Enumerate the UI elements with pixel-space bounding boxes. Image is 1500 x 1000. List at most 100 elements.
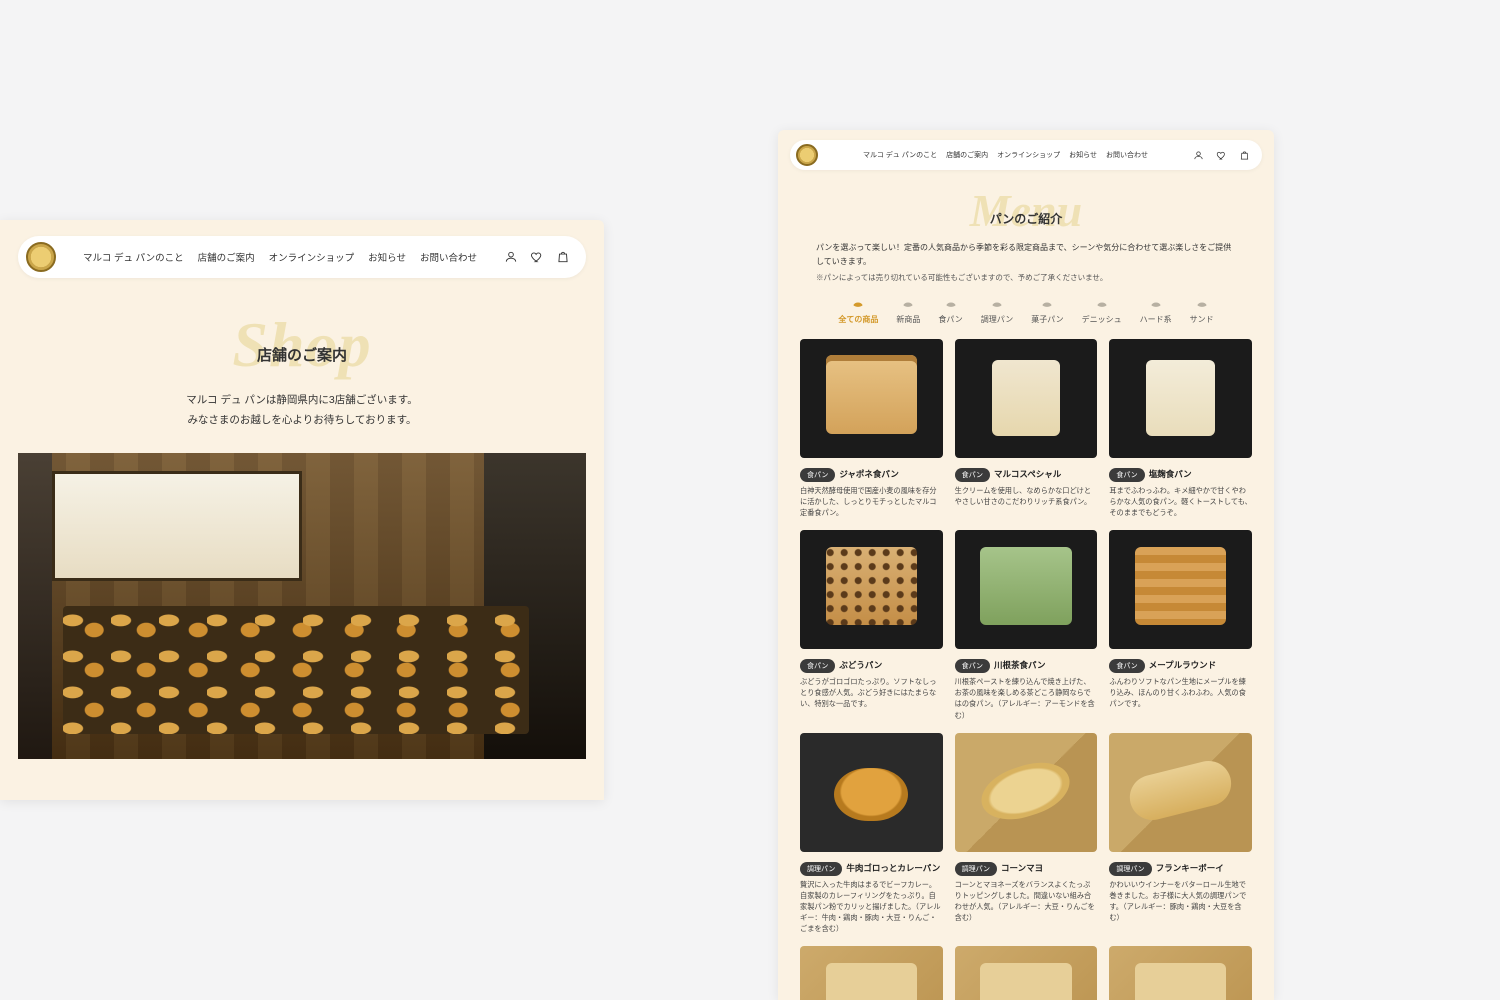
product-card[interactable]: 食パンぶどうパンぶどうがゴロゴロたっぷり。ソフトなしっとり食感が人気。ぶどう好き… [800, 530, 943, 721]
shop-intro: マルコ デュ パンは静岡県内に3店舗ございます。 みなさまのお越しを心よりお待ち… [0, 391, 604, 431]
primary-nav: マルコ デュ パンのこと 店舗のご案内 オンラインショップ お知らせ お問い合わ… [83, 250, 477, 264]
product-meta: 調理パンフランキーボーイかわいいウインナーをバターロール生地で巻きました。お子様… [1109, 858, 1252, 924]
nav-online[interactable]: オンラインショップ [269, 250, 355, 264]
tab-1[interactable]: 新商品 [896, 297, 920, 325]
product-thumb [1109, 530, 1252, 649]
category-tabs: 全ての商品新商品食パン調理パン菓子パンデニッシュハード系サンド [778, 297, 1274, 325]
product-card[interactable]: 食パン川根茶食パン川根茶ペーストを練り込んで焼き上げた、お茶の風味を楽しめる茶ど… [955, 530, 1098, 721]
product-grid: 食パンジャポネ食パン白神天然酵母使用で国産小麦の風味を存分に活かした、しっとりモ… [800, 339, 1252, 1000]
product-card[interactable] [955, 946, 1098, 1000]
product-card[interactable]: 食パンメープルラウンドふんわりソフトなパン生地にメープルを練り込み、ほんのり甘く… [1109, 530, 1252, 721]
menu-hero: Menu パンのご紹介 [778, 190, 1274, 227]
product-desc: ぶどうがゴロゴロたっぷり。ソフトなしっとり食感が人気。ぶどう好きにはたまらない、… [800, 676, 943, 709]
category-pill: 食パン [1109, 659, 1144, 673]
logo-icon[interactable] [796, 144, 818, 166]
menu-page: マルコ デュ パンのこと 店舗のご案内 オンラインショップ お知らせ お問い合わ… [778, 130, 1274, 1000]
category-pill: 食パン [1109, 468, 1144, 482]
nav-online[interactable]: オンラインショップ [997, 150, 1060, 160]
product-name: 牛肉ゴロっとカレーパン [846, 863, 940, 873]
nav-news[interactable]: お知らせ [368, 250, 406, 264]
primary-nav: マルコ デュ パンのこと 店舗のご案内 オンラインショップ お知らせ お問い合わ… [863, 150, 1148, 160]
product-name: メープルラウンド [1149, 660, 1217, 670]
tab-4[interactable]: 菓子パン [1031, 297, 1063, 325]
heart-icon[interactable] [1216, 150, 1227, 161]
price-board-label: 揚 物 [437, 664, 455, 675]
tab-2[interactable]: 食パン [938, 297, 962, 325]
product-thumb [955, 339, 1098, 458]
product-card[interactable]: 調理パン牛肉ゴロっとカレーパン贅沢に入った牛肉はまるでビーフカレー。自家製のカレ… [800, 733, 943, 935]
product-card[interactable] [1109, 946, 1252, 1000]
product-card[interactable] [800, 946, 943, 1000]
heart-icon[interactable] [530, 250, 544, 264]
product-name: フランキーボーイ [1156, 863, 1224, 873]
product-meta: 食パンメープルラウンドふんわりソフトなパン生地にメープルを練り込み、ほんのり甘く… [1109, 655, 1252, 709]
category-pill: 食パン [955, 468, 990, 482]
category-pill: 調理パン [1109, 862, 1151, 876]
product-card[interactable]: 食パンジャポネ食パン白神天然酵母使用で国産小麦の風味を存分に活かした、しっとりモ… [800, 339, 943, 518]
product-name: 川根茶食パン [994, 660, 1045, 670]
category-pill: 食パン [800, 468, 835, 482]
product-desc: かわいいウインナーをバターロール生地で巻きました。お子様に大人気の調理パンです。… [1109, 879, 1252, 924]
category-pill: 調理パン [955, 862, 997, 876]
price-board-price: ¥200 [431, 677, 462, 693]
nav-about[interactable]: マルコ デュ パンのこと [863, 150, 937, 160]
nav-news[interactable]: お知らせ [1069, 150, 1097, 160]
shop-interior-photo: 揚 物 ¥200 [18, 453, 586, 759]
product-thumb [800, 946, 943, 1000]
nav-shops[interactable]: 店舗のご案内 [946, 150, 988, 160]
product-thumb [955, 946, 1098, 1000]
product-meta: 食パンマルコスペシャル生クリームを使用し、なめらかな口どけとやさしい甘さのこだわ… [955, 464, 1098, 507]
product-name: マルコスペシャル [994, 469, 1061, 479]
category-pill: 調理パン [800, 862, 842, 876]
page-title: パンのご紹介 [778, 190, 1274, 227]
product-name: ジャポネ食パン [839, 469, 899, 479]
product-name: ぶどうパン [839, 660, 882, 670]
header-icons [1193, 150, 1250, 161]
product-thumb [1109, 946, 1252, 1000]
product-card[interactable]: 調理パンフランキーボーイかわいいウインナーをバターロール生地で巻きました。お子様… [1109, 733, 1252, 935]
product-desc: 白神天然酵母使用で国産小麦の風味を存分に活かした、しっとりモチっとしたマルコ定番… [800, 485, 943, 518]
product-thumb [800, 733, 943, 852]
product-desc: 贅沢に入った牛肉はまるでビーフカレー。自家製のカレーフィリングをたっぷり。自家製… [800, 879, 943, 935]
bag-icon[interactable] [1239, 150, 1250, 161]
price-board: 揚 物 ¥200 [386, 634, 506, 722]
bag-icon[interactable] [556, 250, 570, 264]
product-meta: 調理パンコーンマヨコーンとマヨネーズをバランスよくたっぷりトッピングしました。間… [955, 858, 1098, 924]
shop-hero: Shop 店舗のご案内 [0, 314, 604, 365]
product-thumb [1109, 733, 1252, 852]
menu-note: ※パンによっては売り切れている可能性もございますので、予めご了承くださいませ。 [816, 272, 1236, 283]
account-icon[interactable] [504, 250, 518, 264]
product-card[interactable]: 調理パンコーンマヨコーンとマヨネーズをバランスよくたっぷりトッピングしました。間… [955, 733, 1098, 935]
category-pill: 食パン [955, 659, 990, 673]
product-name: コーンマヨ [1001, 863, 1043, 873]
nav-about[interactable]: マルコ デュ パンのこと [83, 250, 184, 264]
product-name: 塩麹食パン [1149, 469, 1192, 479]
menu-intro: パンを選ぶって楽しい！定番の人気商品から季節を彩る限定商品まで、シーンや気分に合… [816, 241, 1236, 270]
shop-intro-line2: みなさまのお越しを心よりお待ちしております。 [187, 414, 416, 426]
product-thumb [800, 339, 943, 458]
site-header: マルコ デュ パンのこと 店舗のご案内 オンラインショップ お知らせ お問い合わ… [18, 236, 586, 278]
nav-contact[interactable]: お問い合わせ [1106, 150, 1148, 160]
product-desc: 生クリームを使用し、なめらかな口どけとやさしい甘さのこだわりリッチ系食パン。 [955, 485, 1098, 507]
product-meta: 食パンぶどうパンぶどうがゴロゴロたっぷり。ソフトなしっとり食感が人気。ぶどう好き… [800, 655, 943, 709]
product-thumb [955, 733, 1098, 852]
tab-0[interactable]: 全ての商品 [838, 297, 878, 325]
category-pill: 食パン [800, 659, 835, 673]
product-thumb [1109, 339, 1252, 458]
account-icon[interactable] [1193, 150, 1204, 161]
product-meta: 調理パン牛肉ゴロっとカレーパン贅沢に入った牛肉はまるでビーフカレー。自家製のカレ… [800, 858, 943, 935]
tab-7[interactable]: サンド [1190, 297, 1214, 325]
tab-6[interactable]: ハード系 [1140, 297, 1172, 325]
product-card[interactable]: 食パンマルコスペシャル生クリームを使用し、なめらかな口どけとやさしい甘さのこだわ… [955, 339, 1098, 518]
nav-contact[interactable]: お問い合わせ [420, 250, 477, 264]
product-desc: ふんわりソフトなパン生地にメープルを練り込み、ほんのり甘くふわふわ。人気の食パン… [1109, 676, 1252, 709]
product-card[interactable]: 食パン塩麹食パン耳までふわっふわ。キメ細やかで甘くやわらかな人気の食パン。軽くト… [1109, 339, 1252, 518]
shop-page: マルコ デュ パンのこと 店舗のご案内 オンラインショップ お知らせ お問い合わ… [0, 220, 604, 800]
logo-icon[interactable] [26, 242, 56, 272]
tab-5[interactable]: デニッシュ [1082, 297, 1122, 325]
nav-shops[interactable]: 店舗のご案内 [198, 250, 255, 264]
tab-3[interactable]: 調理パン [981, 297, 1013, 325]
header-icons [504, 250, 570, 264]
product-desc: コーンとマヨネーズをバランスよくたっぷりトッピングしました。間違いない組み合わせ… [955, 879, 1098, 924]
product-meta: 食パン川根茶食パン川根茶ペーストを練り込んで焼き上げた、お茶の風味を楽しめる茶ど… [955, 655, 1098, 721]
